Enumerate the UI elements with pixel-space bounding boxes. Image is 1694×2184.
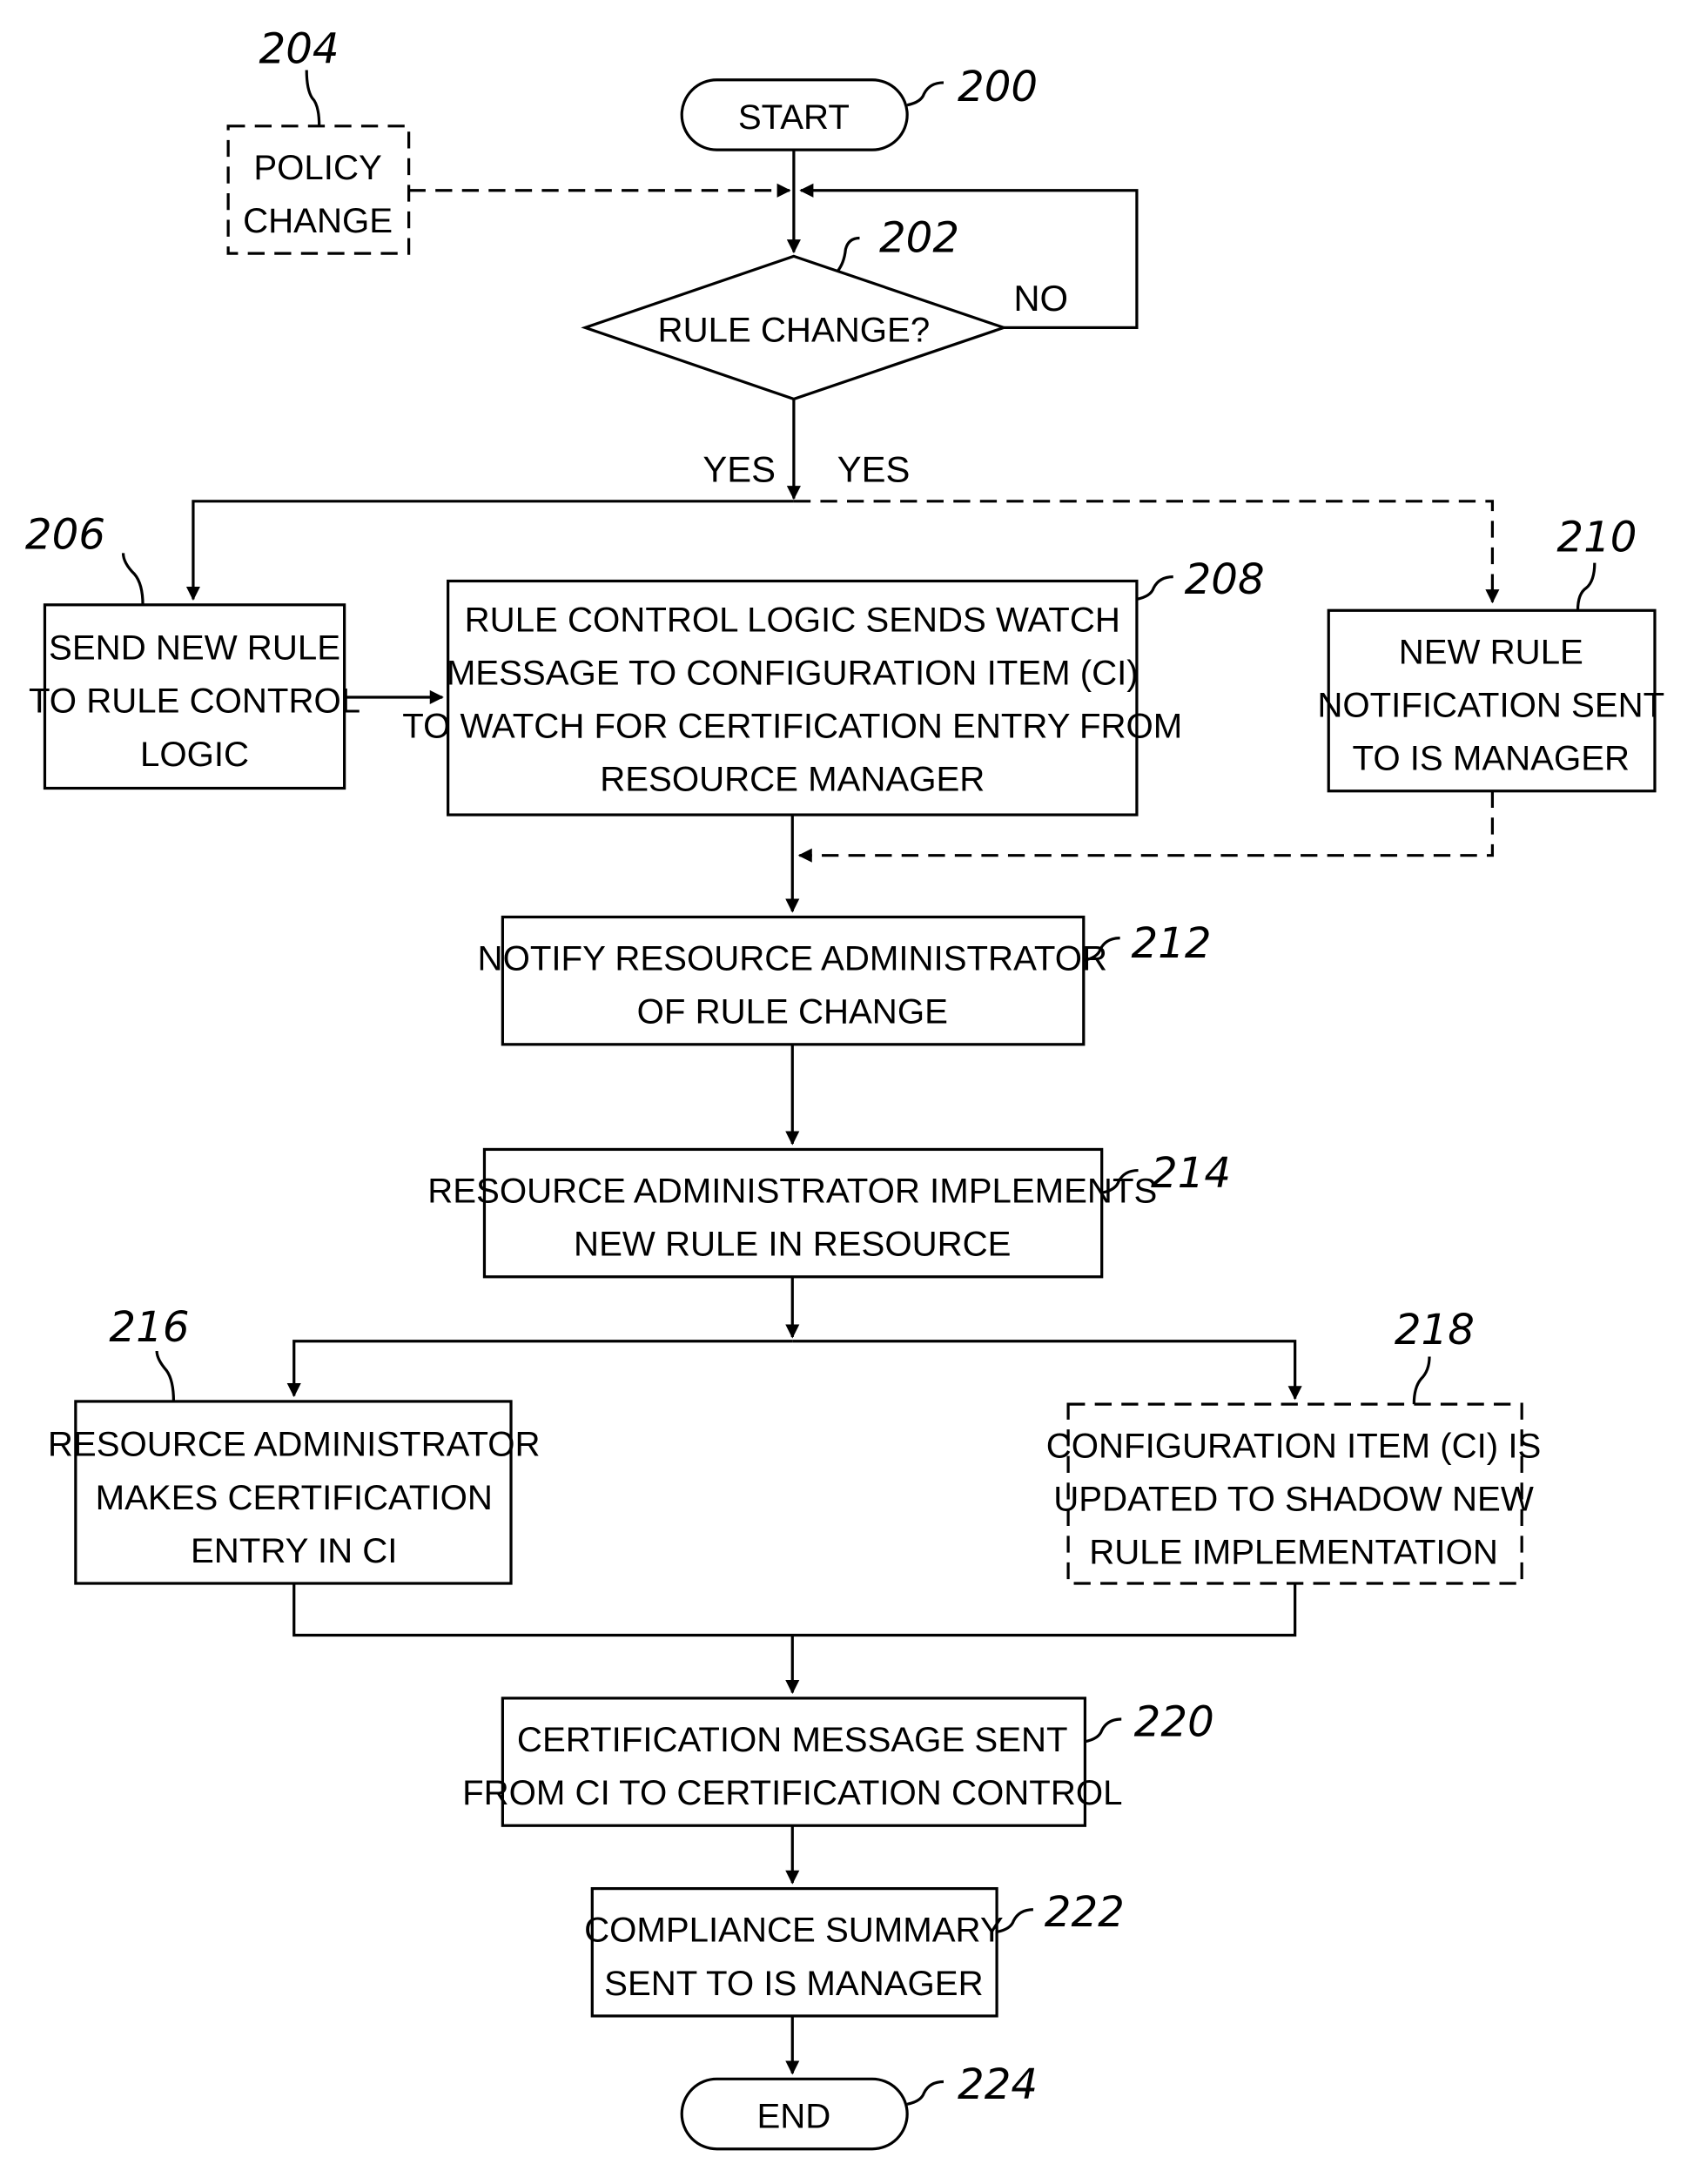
ref-leader-224 xyxy=(906,2080,944,2106)
connector-to-218 xyxy=(792,1340,1302,1401)
ci-updated-line-2: UPDATED TO SHADOW NEW xyxy=(1053,1479,1534,1518)
yes-left-label: YES xyxy=(702,448,776,489)
cert-message-line-1: CERTIFICATION MESSAGE SENT xyxy=(517,1720,1068,1759)
rule-change-label: RULE CHANGE? xyxy=(658,310,931,349)
ref-200: 200 xyxy=(958,63,1038,111)
watch-message-box: RULE CONTROL LOGIC SENDS WATCH MESSAGE T… xyxy=(402,555,1265,816)
watch-message-line-2: MESSAGE TO CONFIGURATION ITEM (CI) xyxy=(447,653,1139,692)
ref-202: 202 xyxy=(879,214,959,263)
ref-224: 224 xyxy=(958,2060,1038,2109)
send-new-rule-line-3: LOGIC xyxy=(140,735,249,774)
start-label: START xyxy=(738,97,850,137)
ref-leader-220 xyxy=(1085,1717,1122,1744)
implement-rule-line-1: RESOURCE ADMINISTRATOR IMPLEMENTS xyxy=(427,1172,1157,1211)
ref-204: 204 xyxy=(259,24,339,73)
end-label: END xyxy=(756,2097,830,2136)
ref-leader-202 xyxy=(836,236,860,273)
cert-entry-line-3: ENTRY IN CI xyxy=(191,1531,397,1570)
no-label: NO xyxy=(1013,278,1068,319)
notify-admin-line-2: OF RULE CHANGE xyxy=(637,992,948,1032)
ref-leader-204 xyxy=(305,70,321,126)
implement-rule-line-2: NEW RULE IN RESOURCE xyxy=(574,1225,1011,1264)
notify-admin-line-1: NOTIFY RESOURCE ADMINISTRATOR xyxy=(478,939,1107,978)
ref-220: 220 xyxy=(1134,1697,1214,1746)
cert-message-box: CERTIFICATION MESSAGE SENT FROM CI TO CE… xyxy=(462,1697,1214,1827)
cert-entry-line-1: RESOURCE ADMINISTRATOR xyxy=(48,1425,541,1464)
compliance-line-1: COMPLIANCE SUMMARY xyxy=(584,1911,1004,1950)
connector-join xyxy=(292,1583,1297,1637)
policy-change-box: POLICY CHANGE 204 xyxy=(226,24,411,255)
ci-updated-line-1: CONFIGURATION ITEM (CI) IS xyxy=(1046,1426,1542,1465)
watch-message-line-1: RULE CONTROL LOGIC SENDS WATCH xyxy=(465,600,1120,639)
yes-right-label: YES xyxy=(837,448,911,489)
ref-206: 206 xyxy=(25,510,105,559)
connector-to-216 xyxy=(286,1340,793,1398)
policy-change-line-2: CHANGE xyxy=(243,201,393,240)
ref-leader-208 xyxy=(1136,575,1173,601)
cert-message-line-2: FROM CI TO CERTIFICATION CONTROL xyxy=(462,1773,1122,1812)
send-new-rule-line-2: TO RULE CONTROL xyxy=(29,682,360,721)
notification-line-2: NOTIFICATION SENT xyxy=(1317,685,1664,724)
ref-leader-206 xyxy=(121,553,145,605)
notification-line-1: NEW RULE xyxy=(1399,632,1583,671)
ref-212: 212 xyxy=(1131,919,1211,968)
send-new-rule-line-1: SEND NEW RULE xyxy=(49,628,340,668)
watch-message-line-4: RESOURCE MANAGER xyxy=(600,760,985,799)
start-terminal: START 200 xyxy=(680,63,1038,151)
ref-218: 218 xyxy=(1395,1306,1475,1354)
notification-box: NEW RULE NOTIFICATION SENT TO IS MANAGER… xyxy=(1317,514,1664,793)
ref-leader-210 xyxy=(1576,562,1597,611)
ref-214: 214 xyxy=(1151,1149,1231,1198)
implement-rule-box: RESOURCE ADMINISTRATOR IMPLEMENTS NEW RU… xyxy=(427,1147,1231,1279)
ref-leader-200 xyxy=(906,81,944,107)
end-terminal: END 224 xyxy=(680,2060,1038,2151)
ref-leader-218 xyxy=(1412,1356,1431,1405)
ref-210: 210 xyxy=(1556,514,1637,562)
ref-216: 216 xyxy=(109,1303,189,1352)
cert-entry-line-2: MAKES CERTIFICATION xyxy=(96,1478,493,1517)
flowchart: START 200 POLICY CHANGE 204 RULE CHANGE?… xyxy=(25,24,1664,2151)
notify-admin-box: NOTIFY RESOURCE ADMINISTRATOR OF RULE CH… xyxy=(478,915,1212,1046)
ref-leader-216 xyxy=(155,1350,176,1401)
ref-222: 222 xyxy=(1045,1888,1125,1937)
watch-message-line-3: TO WATCH FOR CERTIFICATION ENTRY FROM xyxy=(402,707,1182,746)
ci-updated-line-3: RULE IMPLEMENTATION xyxy=(1089,1532,1498,1571)
notification-line-3: TO IS MANAGER xyxy=(1353,739,1630,778)
ref-208: 208 xyxy=(1185,555,1265,604)
compliance-line-2: SENT TO IS MANAGER xyxy=(604,1964,983,2003)
compliance-summary-box: COMPLIANCE SUMMARY SENT TO IS MANAGER 22… xyxy=(584,1886,1125,2018)
policy-change-line-1: POLICY xyxy=(253,148,381,187)
